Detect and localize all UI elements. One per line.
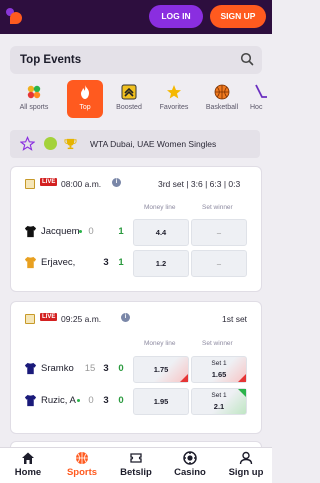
odds-up-indicator xyxy=(238,389,246,397)
nav-betslip[interactable]: Betslip xyxy=(118,451,154,483)
set-score: 1 xyxy=(118,226,124,237)
category-label: Top xyxy=(79,104,91,111)
category-label: All sports xyxy=(19,104,49,111)
category-all-sports[interactable]: All sports xyxy=(14,80,54,120)
category-label: Basketball xyxy=(205,104,239,111)
league-header[interactable]: WTA Dubai, UAE Women Singles xyxy=(10,130,260,158)
nav-label: Casino xyxy=(174,467,206,478)
top-bar: LOG IN SIGN UP xyxy=(0,0,272,34)
nav-label: Betslip xyxy=(120,467,152,478)
live-badge: LIVE xyxy=(40,313,58,321)
favorite-star-icon[interactable] xyxy=(20,136,35,151)
game-score: 3 xyxy=(103,363,109,374)
category-label: Hoc xyxy=(250,104,263,111)
serving-indicator xyxy=(79,230,82,233)
home-icon xyxy=(22,452,34,464)
sport-categories: All sports Top Boosted Favorites Basketb… xyxy=(14,80,272,122)
set-score: 0 xyxy=(118,363,124,374)
odds-button-money-line[interactable]: 1.95 xyxy=(133,388,189,415)
set-score: 1 xyxy=(118,257,124,268)
participant-row: Sramko 15 3 0 1.75 Set 1 1.65 xyxy=(11,356,261,384)
player-name: Sramko xyxy=(41,363,74,374)
serving-indicator xyxy=(77,399,80,402)
nav-label: Sign up xyxy=(228,467,264,478)
category-favorites[interactable]: Favorites xyxy=(154,80,194,120)
category-hockey[interactable]: Hoc xyxy=(250,80,272,120)
stats-icon[interactable] xyxy=(25,314,35,324)
player-name: Ruzic, A xyxy=(41,395,76,406)
boost-icon xyxy=(121,84,137,100)
participant-row: Erjavec, 3 1 1.2 – xyxy=(11,250,261,278)
match-card[interactable]: LIVE 08:00 a.m. i 3rd set | 3:6 | 6:3 | … xyxy=(10,166,262,292)
live-badge: LIVE xyxy=(40,178,58,186)
category-top[interactable]: Top xyxy=(67,80,103,118)
point-score: 0 xyxy=(88,395,94,406)
column-set-winner: Set winner xyxy=(202,340,233,347)
trophy-icon xyxy=(64,138,77,150)
stats-icon[interactable] xyxy=(25,179,35,189)
bottom-navigation: Home Sports Betslip Casino Sign up xyxy=(0,447,272,483)
casino-chip-icon xyxy=(183,451,197,465)
odds-button-set-winner[interactable]: Set 1 1.65 xyxy=(191,356,247,383)
star-icon xyxy=(167,85,181,99)
odds-button-set-winner[interactable]: – xyxy=(191,219,247,246)
odds-down-indicator xyxy=(238,374,246,382)
game-score: 3 xyxy=(103,257,109,268)
basketball-icon xyxy=(214,84,230,100)
odds-button-money-line[interactable]: 4.4 xyxy=(133,219,189,246)
info-icon[interactable]: i xyxy=(121,313,130,322)
set-score: 0 xyxy=(118,395,124,406)
tennis-ball-icon xyxy=(44,137,57,150)
search-icon[interactable] xyxy=(240,52,254,66)
column-money-line: Money line xyxy=(144,340,176,347)
category-label: Boosted xyxy=(116,104,142,111)
column-set-winner: Set winner xyxy=(202,204,233,211)
column-money-line: Money line xyxy=(144,204,176,211)
nav-label: Home xyxy=(14,467,42,478)
login-button[interactable]: LOG IN xyxy=(149,5,203,28)
nav-signup[interactable]: Sign up xyxy=(226,451,266,483)
participant-row: Jacquem 0 1 4.4 – xyxy=(11,219,261,247)
match-time: 09:25 a.m. xyxy=(61,314,102,324)
odds-button-money-line[interactable]: 1.75 xyxy=(133,356,189,383)
set-score-info: 1st set xyxy=(222,314,248,324)
category-label: Favorites xyxy=(159,104,189,111)
category-boosted[interactable]: Boosted xyxy=(109,80,149,120)
point-score: 15 xyxy=(84,363,96,374)
player-name: Jacquem xyxy=(41,226,79,237)
jersey-icon xyxy=(24,394,37,407)
jersey-icon xyxy=(24,225,37,238)
league-name: WTA Dubai, UAE Women Singles xyxy=(90,139,217,149)
game-score: 0 xyxy=(88,226,94,237)
nav-sports[interactable]: Sports xyxy=(65,451,99,483)
signup-button[interactable]: SIGN UP xyxy=(210,5,266,28)
game-score: 3 xyxy=(103,395,109,406)
odds-button-set-winner[interactable]: Set 1 2.1 xyxy=(191,388,247,415)
nav-label: Sports xyxy=(66,467,98,478)
match-card[interactable]: LIVE 09:25 a.m. i 1st set Money line Set… xyxy=(10,301,262,434)
user-icon xyxy=(239,451,253,465)
nav-home[interactable]: Home xyxy=(12,451,44,483)
info-icon[interactable]: i xyxy=(112,178,121,187)
jersey-icon xyxy=(24,256,37,269)
all-sports-icon xyxy=(27,85,41,99)
hockey-icon xyxy=(255,84,267,98)
brand-logo[interactable] xyxy=(6,8,22,25)
jersey-icon xyxy=(24,362,37,375)
match-time: 08:00 a.m. xyxy=(61,179,102,189)
player-name: Erjavec, xyxy=(41,257,76,268)
ticket-icon xyxy=(130,453,142,463)
set-score-info: 3rd set | 3:6 | 6:3 | 0:3 xyxy=(158,179,241,189)
category-basketball[interactable]: Basketball xyxy=(202,80,242,120)
fire-icon xyxy=(81,85,89,99)
odds-button-money-line[interactable]: 1.2 xyxy=(133,250,189,277)
odds-down-indicator xyxy=(180,374,188,382)
top-events-title: Top Events xyxy=(20,54,82,66)
basketball-icon xyxy=(76,452,88,464)
nav-casino[interactable]: Casino xyxy=(172,451,208,483)
top-events-header: Top Events xyxy=(10,46,262,74)
participant-row: Ruzic, A 0 3 0 1.95 Set 1 2.1 xyxy=(11,388,261,416)
odds-button-set-winner[interactable]: – xyxy=(191,250,247,277)
